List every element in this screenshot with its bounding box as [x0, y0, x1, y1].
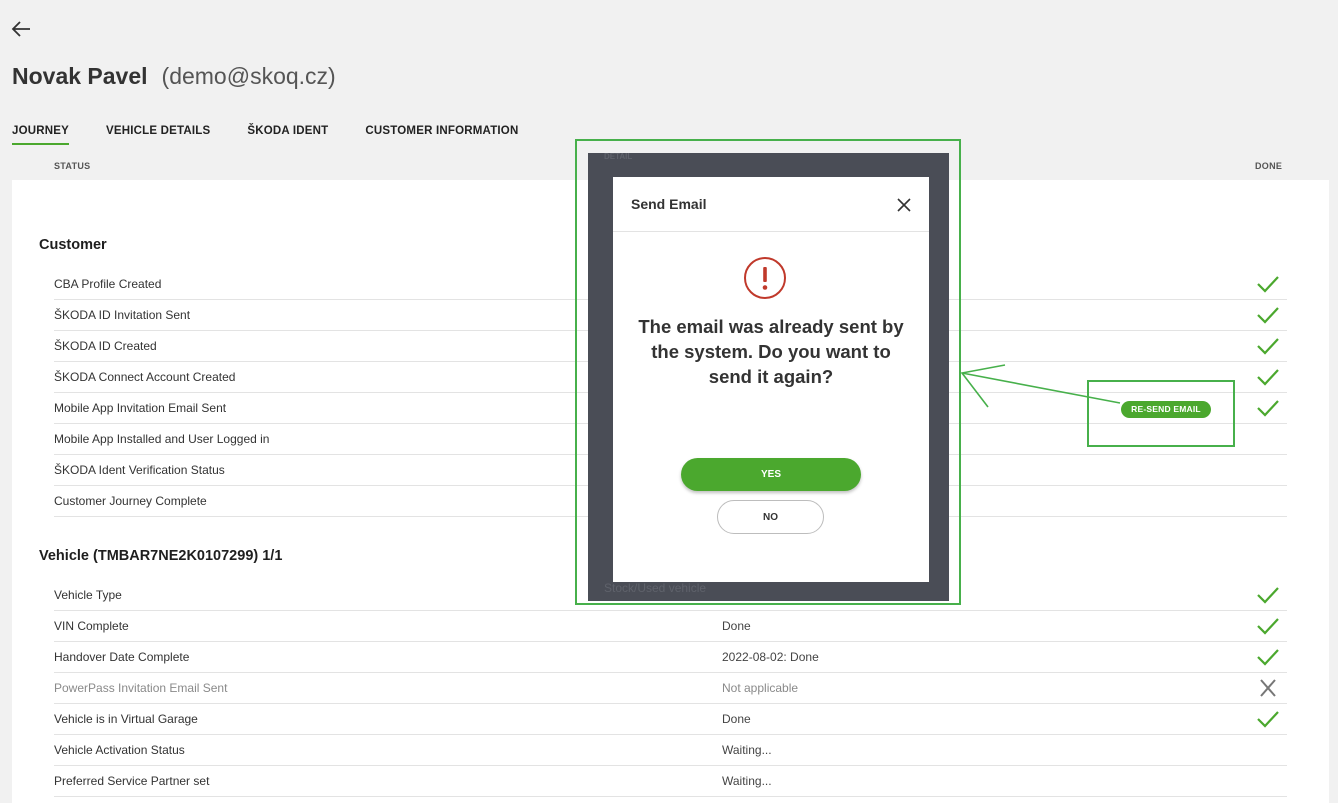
close-icon[interactable]	[895, 196, 913, 214]
row-detail: 2022-08-02: Done	[722, 650, 819, 664]
dialog-header: Send Email	[613, 177, 929, 232]
annotation-arrow	[960, 364, 1121, 408]
resend-email-button[interactable]: RE-SEND EMAIL	[1121, 401, 1211, 418]
row-label: Customer Journey Complete	[54, 494, 207, 508]
column-header-done: DONE	[1255, 161, 1283, 171]
tab-vehicle-details[interactable]: VEHICLE DETAILS	[106, 125, 210, 145]
tab-skoda-ident[interactable]: ŠKODA IDENT	[247, 125, 328, 145]
customer-email: (demo@skoq.cz)	[161, 63, 336, 89]
table-row: VIN Complete Done	[54, 611, 1287, 642]
tab-journey[interactable]: JOURNEY	[12, 125, 69, 145]
row-detail: Waiting...	[722, 774, 772, 788]
row-label: Mobile App Invitation Email Sent	[54, 401, 227, 415]
row-detail: Done	[722, 712, 751, 726]
table-row: Handover Date Complete 2022-08-02: Done	[54, 642, 1287, 673]
yes-button[interactable]: YES	[681, 458, 861, 491]
customer-section-title: Customer	[39, 237, 107, 253]
table-row: PowerPass Invitation Email Sent Not appli…	[54, 673, 1287, 704]
row-label: ŠKODA Ident Verification Status	[54, 463, 225, 477]
row-label: ŠKODA ID Created	[54, 339, 157, 353]
row-label: CBA Profile Created	[54, 277, 162, 291]
table-row: Vehicle is in Virtual Garage Done	[54, 704, 1287, 735]
dialog-title: Send Email	[631, 196, 707, 212]
tab-bar: JOURNEY VEHICLE DETAILS ŠKODA IDENT CUST…	[12, 125, 518, 145]
row-label: PowerPass Invitation Email Sent	[54, 681, 228, 695]
vehicle-section-title: Vehicle (TMBAR7NE2K0107299) 1/1	[39, 548, 283, 564]
check-icon	[1256, 615, 1280, 637]
row-detail: Done	[722, 619, 751, 633]
check-icon	[1256, 646, 1280, 668]
row-label: Handover Date Complete	[54, 650, 190, 664]
row-detail: Not applicable	[722, 681, 799, 695]
table-row: Preferred Service Partner set Waiting...	[54, 766, 1287, 797]
check-icon	[1256, 304, 1280, 326]
row-label: Mobile App Installed and User Logged in	[54, 432, 270, 446]
cross-icon	[1256, 677, 1280, 699]
check-icon	[1256, 273, 1280, 295]
row-label: VIN Complete	[54, 619, 129, 633]
page-title: Novak Pavel (demo@skoq.cz)	[12, 63, 336, 90]
row-label: Vehicle Activation Status	[54, 743, 185, 757]
check-icon	[1256, 584, 1280, 606]
row-label: Vehicle is in Virtual Garage	[54, 712, 198, 726]
row-detail: Waiting...	[722, 743, 772, 757]
row-label: Vehicle Type	[54, 588, 122, 602]
vehicle-type-detail: Stock/Used vehicle	[604, 581, 707, 595]
no-button[interactable]: NO	[717, 500, 824, 534]
check-icon	[1256, 335, 1280, 357]
tab-customer-information[interactable]: CUSTOMER INFORMATION	[365, 125, 518, 145]
check-icon	[1256, 397, 1280, 419]
column-header-detail: DETAIL	[604, 152, 633, 161]
row-label: ŠKODA ID Invitation Sent	[54, 308, 191, 322]
customer-name: Novak Pavel	[12, 63, 148, 89]
back-arrow-icon[interactable]	[10, 18, 32, 40]
send-email-dialog: Send Email The email was already sent by…	[613, 177, 929, 582]
exclamation-circle-icon	[744, 257, 786, 299]
table-row: Vehicle Activation Status Waiting...	[54, 735, 1287, 766]
row-label: ŠKODA Connect Account Created	[54, 370, 236, 384]
check-icon	[1256, 708, 1280, 730]
dialog-message: The email was already sent by the system…	[638, 316, 904, 387]
column-header-status: STATUS	[54, 161, 91, 171]
check-icon	[1256, 366, 1280, 388]
row-label: Preferred Service Partner set	[54, 774, 210, 788]
